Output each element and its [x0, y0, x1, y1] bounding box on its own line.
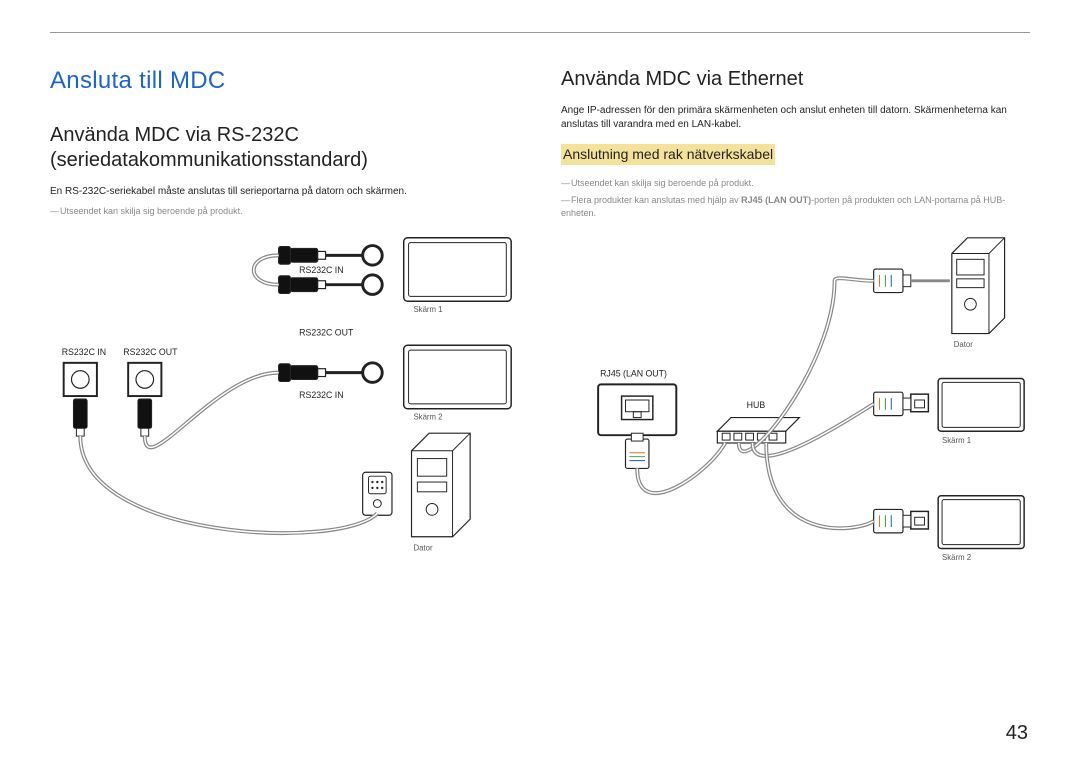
left-column: Ansluta till MDC Använda MDC via RS-232C… — [50, 67, 519, 601]
port-rs232c-in — [64, 363, 97, 396]
rj45-plug-m2 — [874, 510, 911, 533]
page-title: Ansluta till MDC — [50, 67, 519, 95]
label-dator: Dator — [413, 543, 432, 552]
jack-plug-1 — [279, 247, 363, 265]
page-number: 43 — [1006, 722, 1028, 745]
note-eth-1: ―Utseendet kan skilja sig beroende på pr… — [561, 177, 1030, 190]
jack-plug-3 — [279, 364, 363, 382]
label-dator: Dator — [954, 340, 973, 349]
diagram-ethernet: Dator Skärm 1 Skärm 2 RJ45 (LAN OUT) — [561, 230, 1030, 601]
note-eth-2: ―Flera produkter kan anslutas med hjälp … — [561, 194, 1030, 220]
serial-connector-icon — [363, 472, 392, 515]
label-port-rs232c-in: RS232C IN — [62, 347, 106, 357]
note-rs232c: ―Utseendet kan skilja sig beroende på pr… — [50, 205, 519, 218]
label-skarm1: Skärm 1 — [413, 305, 442, 314]
port-rs232c-out — [128, 363, 161, 396]
body-rs232c: En RS-232C-seriekabel måste anslutas til… — [50, 185, 519, 199]
rj45-plug-1 — [625, 433, 648, 468]
jack-down-left — [73, 399, 87, 436]
label-skarm2: Skärm 2 — [942, 553, 971, 562]
computer-tower-icon — [952, 238, 1005, 334]
subheading-rak-kabel: Anslutning med rak nätverkskabel — [561, 144, 775, 165]
computer-tower-icon — [412, 433, 471, 537]
hub-icon — [717, 418, 799, 443]
jack-plug-2 — [279, 276, 363, 294]
label-skarm2: Skärm 2 — [413, 413, 442, 422]
label-port-rs232c-out: RS232C OUT — [123, 347, 178, 357]
label-rs232c-in: RS232C IN — [299, 265, 343, 275]
rj45-plug-m1 — [874, 392, 911, 415]
label-skarm1: Skärm 1 — [942, 436, 971, 445]
heading-ethernet: Använda MDC via Ethernet — [561, 67, 1030, 92]
rj45-plug-pc — [874, 269, 911, 292]
rj45-socket-icon — [622, 396, 653, 419]
label-rs232c-in2: RS232C IN — [299, 390, 343, 400]
top-rule — [50, 32, 1030, 33]
jack-down-right — [138, 399, 152, 436]
label-rj45: RJ45 (LAN OUT) — [600, 369, 667, 379]
heading-rs232c: Använda MDC via RS-232C (seriedatakommun… — [50, 123, 519, 173]
label-hub: HUB — [747, 400, 766, 410]
right-column: Använda MDC via Ethernet Ange IP-adresse… — [561, 67, 1030, 601]
label-rs232c-out: RS232C OUT — [299, 328, 354, 338]
diagram-rs232c: Skärm 1 RS232C IN RS232C OUT Skärm 2 RS2… — [50, 228, 519, 580]
body-ethernet: Ange IP-adressen för den primära skärmen… — [561, 104, 1030, 132]
